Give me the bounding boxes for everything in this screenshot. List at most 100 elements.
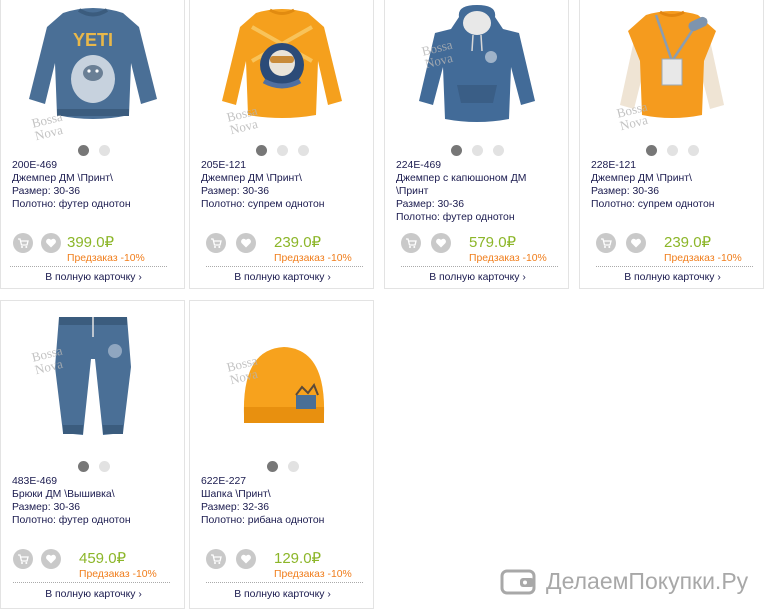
product-fabric: Полотно: супрем однотон (201, 199, 325, 210)
heart-icon[interactable] (236, 233, 256, 253)
product-size: Размер: 32-36 (201, 502, 270, 513)
product-size: Размер: 30-36 (201, 186, 270, 197)
carousel-dot[interactable] (451, 145, 462, 156)
cart-icon[interactable] (596, 233, 616, 253)
cart-icon[interactable] (13, 549, 33, 569)
product-fabric: Полотно: рибана однотон (201, 515, 325, 526)
product-card: Bossa Nova 622E-227 Шапка \Принт\ Размер:… (189, 300, 374, 609)
product-sku: 228E-121 (591, 160, 637, 171)
heart-icon[interactable] (626, 233, 646, 253)
product-image[interactable] (200, 307, 365, 442)
product-info: 205E-121 Джемпер ДМ \Принт\ Размер: 30-3… (201, 159, 369, 211)
product-price: 129.0₽ (274, 550, 322, 567)
product-price: 579.0₽ (469, 234, 517, 251)
product-sku: 224E-469 (396, 160, 442, 171)
image-carousel-dots (190, 145, 375, 157)
product-card: YETI Bossa Nova 200E-469 Джемпер ДМ \Прин… (0, 0, 185, 289)
product-fabric: Полотно: супрем однотон (591, 199, 715, 210)
divider (401, 266, 558, 267)
product-card: Bossa Nova 483E-469 Брюки ДМ \Вышивка\ Ра… (0, 300, 185, 609)
product-fabric: Полотно: футер однотон (396, 212, 515, 223)
cart-icon[interactable] (401, 233, 421, 253)
carousel-dot[interactable] (77, 145, 89, 156)
product-price: 459.0₽ (79, 550, 127, 567)
carousel-dot[interactable] (98, 461, 110, 472)
site-watermark: ДелаемПокупки.Ру (500, 565, 775, 597)
carousel-dot[interactable] (646, 145, 657, 156)
carousel-dot[interactable] (493, 145, 504, 156)
product-name[interactable]: Шапка \Принт\ (201, 488, 369, 501)
image-carousel-dots (190, 461, 375, 473)
product-image[interactable] (200, 1, 365, 136)
yeti-print-text: YETI (73, 30, 113, 50)
product-name[interactable]: Джемпер ДМ \Принт\ (12, 172, 180, 185)
carousel-dot[interactable] (688, 145, 699, 156)
brand-watermark: Bossa Nova (30, 108, 65, 144)
product-name[interactable]: Джемпер ДМ \Принт\ (201, 172, 369, 185)
preorder-discount: Предзаказ -10% (67, 253, 145, 264)
product-card: Bossa Nova 228E-121 Джемпер ДМ \Принт\ Ра… (579, 0, 764, 289)
full-card-link[interactable]: В полную карточку › (385, 272, 570, 283)
product-sku: 483E-469 (12, 476, 58, 487)
full-card-link[interactable]: В полную карточку › (190, 589, 375, 600)
heart-icon[interactable] (41, 549, 61, 569)
product-card: Bossa Nova 205E-121 Джемпер ДМ \Принт\ Ра… (189, 0, 374, 289)
product-size: Размер: 30-36 (396, 199, 465, 210)
cart-icon[interactable] (13, 233, 33, 253)
image-carousel-dots (385, 145, 570, 157)
product-size: Размер: 30-36 (12, 502, 81, 513)
product-sku: 622E-227 (201, 476, 247, 487)
product-info: 200E-469 Джемпер ДМ \Принт\ Размер: 30-3… (12, 159, 180, 211)
heart-icon[interactable] (236, 549, 256, 569)
preorder-discount: Предзаказ -10% (274, 569, 352, 580)
product-image[interactable] (395, 1, 560, 136)
carousel-dot[interactable] (98, 145, 110, 156)
product-info: 483E-469 Брюки ДМ \Вышивка\ Размер: 30-3… (12, 475, 180, 527)
image-carousel-dots (1, 461, 186, 473)
divider (206, 266, 363, 267)
carousel-dot[interactable] (277, 145, 288, 156)
carousel-dot[interactable] (298, 145, 309, 156)
carousel-dot[interactable] (287, 461, 299, 472)
carousel-dot[interactable] (77, 461, 89, 472)
product-name[interactable]: Джемпер с капюшоном ДМ \Принт (396, 172, 546, 198)
divider (206, 582, 363, 583)
full-card-link[interactable]: В полную карточку › (580, 272, 765, 283)
product-card: Bossa Nova 224E-469 Джемпер с капюшоном Д… (384, 0, 569, 289)
preorder-discount: Предзаказ -10% (469, 253, 547, 264)
product-fabric: Полотно: футер однотон (12, 199, 131, 210)
preorder-discount: Предзаказ -10% (664, 253, 742, 264)
image-carousel-dots (580, 145, 765, 157)
product-size: Размер: 30-36 (12, 186, 81, 197)
carousel-dot[interactable] (266, 461, 278, 472)
product-name[interactable]: Брюки ДМ \Вышивка\ (12, 488, 180, 501)
product-sku: 205E-121 (201, 160, 247, 171)
preorder-discount: Предзаказ -10% (79, 569, 157, 580)
product-price: 239.0₽ (274, 234, 322, 251)
wallet-icon (500, 569, 536, 595)
product-info: 228E-121 Джемпер ДМ \Принт\ Размер: 30-3… (591, 159, 759, 211)
product-name[interactable]: Джемпер ДМ \Принт\ (591, 172, 759, 185)
cart-icon[interactable] (206, 549, 226, 569)
product-sku: 200E-469 (12, 160, 58, 171)
product-fabric: Полотно: футер однотон (12, 515, 131, 526)
carousel-dot[interactable] (472, 145, 483, 156)
divider (13, 582, 170, 583)
heart-icon[interactable] (431, 233, 451, 253)
product-size: Размер: 30-36 (591, 186, 660, 197)
site-watermark-text: ДелаемПокупки.Ру (546, 567, 749, 594)
product-info: 622E-227 Шапка \Принт\ Размер: 32-36 Пол… (201, 475, 369, 527)
divider (10, 266, 167, 267)
carousel-dot[interactable] (256, 145, 267, 156)
heart-icon[interactable] (41, 233, 61, 253)
image-carousel-dots (1, 145, 186, 157)
full-card-link[interactable]: В полную карточку › (1, 589, 186, 600)
full-card-link[interactable]: В полную карточку › (190, 272, 375, 283)
carousel-dot[interactable] (667, 145, 678, 156)
divider (596, 266, 753, 267)
product-image[interactable] (590, 1, 755, 136)
product-info: 224E-469 Джемпер с капюшоном ДМ \Принт Р… (396, 159, 564, 224)
full-card-link[interactable]: В полную карточку › (1, 272, 186, 283)
cart-icon[interactable] (206, 233, 226, 253)
product-price: 399.0₽ (67, 234, 115, 251)
